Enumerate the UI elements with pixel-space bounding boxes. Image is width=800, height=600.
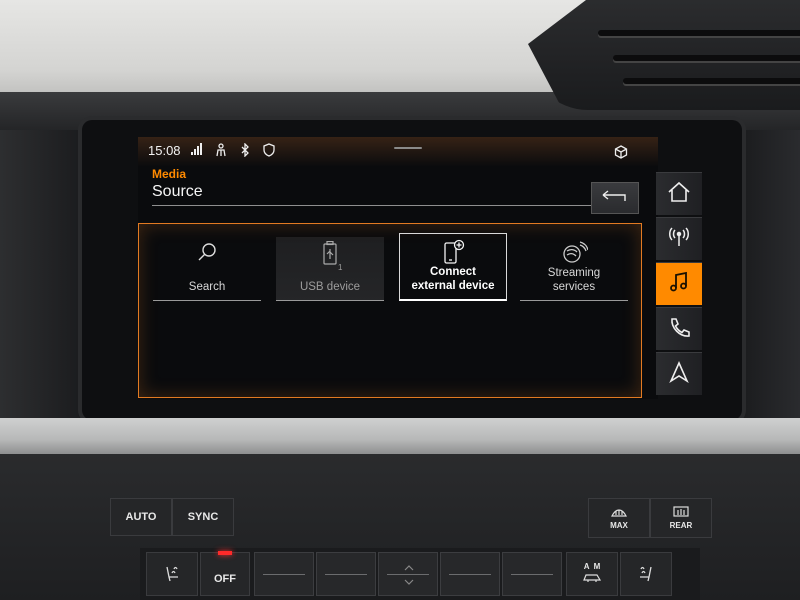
navigation-arrow-icon [669,360,689,388]
source-streaming-button[interactable]: Streaming services [520,237,628,301]
infotainment-screen: 15:08 Media Source Search 1 USB device C… [138,137,658,399]
defrost-max-button[interactable]: MAX [588,498,650,538]
air-vent [528,0,800,110]
source-connect-external-button[interactable]: Connect external device [399,233,507,301]
defrost-rear-button[interactable]: REAR [650,498,712,538]
auto-label: AUTO [125,511,157,523]
source-search-button[interactable]: Search [153,237,261,301]
music-note-icon [668,271,690,298]
bluetooth-icon [237,143,253,157]
rear-defrost-icon [672,506,690,521]
source-label: USB device [299,281,361,293]
status-bar: 15:08 [138,137,658,163]
max-label: MAX [610,521,628,530]
seat-heat-icon [162,563,182,586]
chrome-trim [0,418,800,454]
source-label: Connect external device [411,266,495,292]
off-indicator-led [218,551,232,555]
dashboard-right-panel [742,130,800,430]
source-label: Streaming services [547,267,601,293]
back-button[interactable] [591,182,639,214]
chevron-icon [403,563,415,592]
shield-icon [261,143,277,157]
search-icon [153,241,261,263]
climate-sync-button[interactable]: SYNC [172,498,234,536]
temp-right-down-button[interactable] [440,552,500,596]
temp-right-up-button[interactable] [502,552,562,596]
section-label: Media [152,167,187,181]
climate-auto-button[interactable]: AUTO [110,498,172,536]
back-arrow-icon [601,189,629,208]
recirculation-car-icon [582,571,602,586]
phone-add-icon [400,238,506,266]
temp-left-up-button[interactable] [316,552,376,596]
clock: 15:08 [148,142,181,158]
fan-speed-button[interactable] [378,552,438,596]
usb-device-count: 1 [338,263,343,272]
phone-icon [668,316,690,343]
nav-home-button[interactable] [656,172,702,215]
usb-icon [276,241,384,267]
seat-heat-right-button[interactable] [620,552,672,596]
temp-left-down-button[interactable] [254,552,314,596]
nav-navigation-button[interactable] [656,352,702,395]
home-icon [667,181,691,208]
page-title: Source [152,183,597,206]
seat-heat-icon [636,563,656,586]
sync-label: SYNC [187,511,219,523]
source-usb-button[interactable]: 1 USB device [276,237,384,301]
streaming-icon [520,241,628,265]
off-label: OFF [214,573,236,585]
source-label: Search [188,281,226,293]
cube-icon[interactable] [614,145,628,164]
page-header: Media Source [152,167,617,206]
nav-radio-button[interactable] [656,217,702,260]
lte-signal-icon [189,143,205,157]
drag-handle[interactable] [394,147,422,149]
nav-phone-button[interactable] [656,307,702,350]
air-recirculation-button[interactable]: A M [566,552,618,596]
side-navigation [656,172,702,396]
am-label: A M [583,562,601,571]
dashboard-left-panel [0,130,82,420]
antenna-icon [667,226,691,253]
nav-media-button[interactable] [656,262,702,305]
windshield-defrost-icon [610,506,628,521]
seat-heat-left-button[interactable] [146,552,198,596]
climate-off-button[interactable]: OFF [200,552,250,596]
person-icon [213,143,229,157]
rear-label: REAR [669,521,693,530]
